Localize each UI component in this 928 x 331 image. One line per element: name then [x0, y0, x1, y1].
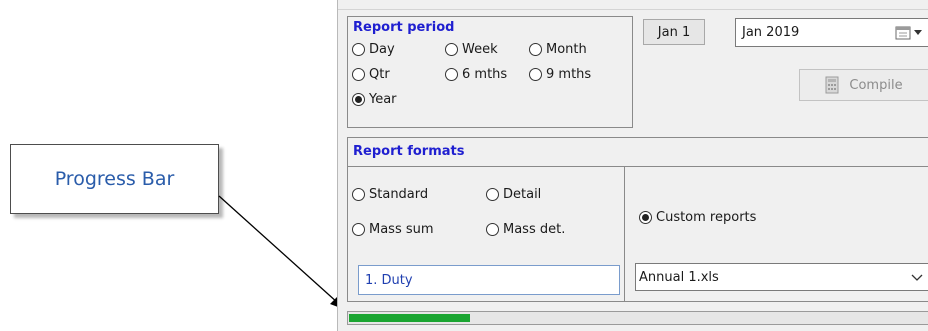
report-panel: Report period Day Week Month Qtr 6 mths … — [337, 0, 928, 331]
radio-detail[interactable]: Detail — [486, 187, 541, 202]
radio-label: Month — [546, 42, 587, 57]
radio-label: Detail — [503, 187, 542, 202]
calculator-icon — [825, 76, 839, 94]
radio-circle — [486, 188, 499, 201]
report-period-title: Report period — [353, 20, 455, 35]
radio-mass-sum[interactable]: Mass sum — [352, 222, 434, 237]
calendar-icon — [895, 26, 911, 40]
report-period-group: Report period Day Week Month Qtr 6 mths … — [347, 16, 633, 128]
radio-circle-selected — [352, 93, 365, 106]
duty-field[interactable]: 1. Duty — [358, 265, 620, 295]
radio-qtr[interactable]: Qtr — [352, 67, 390, 82]
radio-month[interactable]: Month — [529, 42, 587, 57]
custom-report-file-select[interactable]: Annual 1.xls — [635, 263, 928, 291]
chevron-down-icon[interactable] — [911, 274, 923, 282]
progress-bar-fill — [349, 314, 470, 322]
radio-circle — [352, 68, 365, 81]
progress-bar — [347, 311, 928, 325]
top-strip — [338, 0, 928, 10]
radio-circle-selected — [639, 211, 652, 224]
radio-circle — [486, 223, 499, 236]
period-date-picker[interactable]: Jan 2019 — [735, 18, 928, 47]
custom-reports-group: Custom reports Annual 1.xls — [624, 166, 928, 302]
radio-label: 9 mths — [546, 67, 592, 82]
compile-button[interactable]: Compile — [799, 69, 928, 101]
report-formats-header: Report formats — [347, 137, 928, 167]
radio-custom-reports[interactable]: Custom reports — [639, 210, 756, 225]
radio-label: Day — [369, 42, 395, 57]
radio-label: Qtr — [369, 67, 390, 82]
radio-circle — [352, 188, 365, 201]
radio-circle — [445, 68, 458, 81]
radio-circle — [352, 43, 365, 56]
radio-day[interactable]: Day — [352, 42, 395, 57]
report-formats-title: Report formats — [353, 144, 465, 159]
chevron-down-icon — [914, 29, 922, 35]
radio-mass-det[interactable]: Mass det. — [486, 222, 565, 237]
duty-field-value: 1. Duty — [365, 272, 413, 288]
radio-6-mths[interactable]: 6 mths — [445, 67, 507, 82]
radio-circle — [352, 223, 365, 236]
radio-9-mths[interactable]: 9 mths — [529, 67, 591, 82]
start-date-button[interactable]: Jan 1 — [643, 19, 705, 45]
file-select-value: Annual 1.xls — [639, 269, 719, 285]
radio-label: 6 mths — [462, 67, 508, 82]
period-date-value: Jan 2019 — [742, 25, 800, 40]
start-date-label: Jan 1 — [657, 24, 691, 40]
radio-year[interactable]: Year — [352, 92, 397, 107]
radio-standard[interactable]: Standard — [352, 187, 428, 202]
calendar-dropdown-icon[interactable] — [895, 25, 922, 40]
compile-label: Compile — [849, 77, 903, 93]
radio-label: Year — [369, 92, 397, 107]
radio-circle — [445, 43, 458, 56]
standard-formats-group: Standard Detail Mass sum Mass det. 1. Du… — [347, 166, 625, 302]
radio-label: Custom reports — [656, 210, 757, 225]
radio-week[interactable]: Week — [445, 42, 498, 57]
radio-label: Standard — [369, 187, 429, 202]
radio-circle — [529, 43, 542, 56]
radio-label: Mass sum — [369, 222, 434, 237]
radio-label: Mass det. — [503, 222, 566, 237]
radio-label: Week — [462, 42, 498, 57]
radio-circle — [529, 68, 542, 81]
